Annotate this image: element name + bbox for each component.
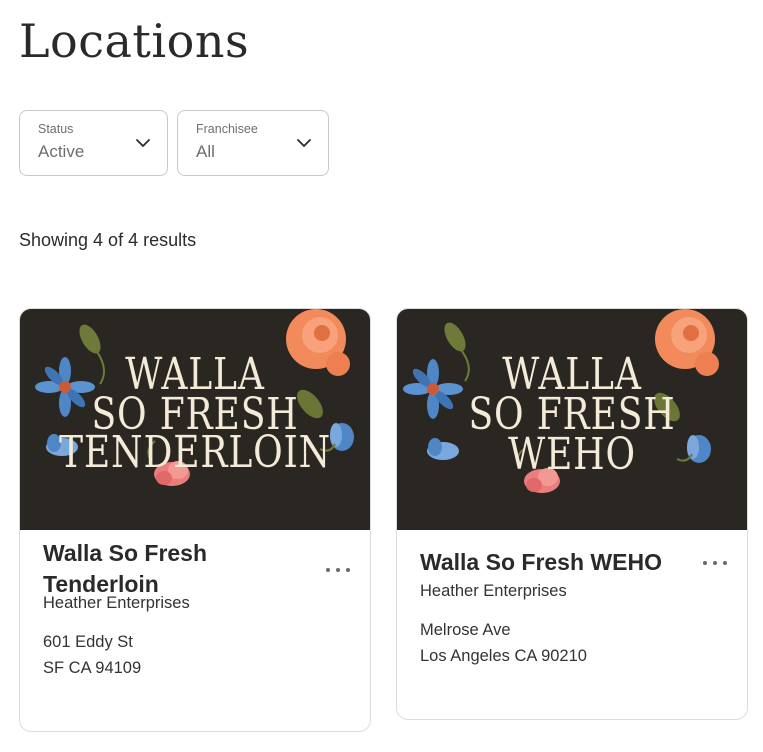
status-filter-label: Status [38,122,74,136]
location-card[interactable]: WALLA SO FRESH TENDERLOIN Walla So Fresh… [19,308,371,732]
address-line-1: Melrose Ave [420,621,511,639]
banner-text-line: TENDERLOIN [59,427,331,478]
franchisee-name: Heather Enterprises [43,594,190,612]
location-banner-image: WALLA SO FRESH TENDERLOIN [20,309,370,530]
more-options-icon[interactable] [326,563,350,577]
page-title: Locations [19,14,250,68]
location-card[interactable]: WALLA SO FRESH WEHO Walla So Fresh WEHO … [396,308,748,720]
chevron-down-icon [297,139,311,147]
chevron-down-icon [136,139,150,147]
more-options-icon[interactable] [703,556,727,570]
franchisee-filter-label: Franchisee [196,122,258,136]
results-count: Showing 4 of 4 results [19,230,197,250]
banner-text-line: WEHO [508,429,636,480]
address-line-2: Los Angeles CA 90210 [420,647,587,665]
location-banner-image: WALLA SO FRESH WEHO [397,309,747,530]
franchisee-filter-value: All [196,142,215,161]
locations-page: Locations Status Active Franchisee All S… [0,0,763,752]
address-line-1: 601 Eddy St [43,633,133,651]
franchisee-name: Heather Enterprises [420,582,567,600]
status-filter-value: Active [38,142,85,161]
location-name[interactable]: Walla So Fresh WEHO [420,547,710,578]
location-name[interactable]: Walla So Fresh Tenderloin [43,538,313,600]
location-address: Melrose Ave Los Angeles CA 90210 [420,617,587,669]
status-filter-select[interactable]: Status Active [19,110,168,176]
franchisee-filter-select[interactable]: Franchisee All [177,110,329,176]
address-line-2: SF CA 94109 [43,659,142,677]
location-address: 601 Eddy St SF CA 94109 [43,629,141,681]
